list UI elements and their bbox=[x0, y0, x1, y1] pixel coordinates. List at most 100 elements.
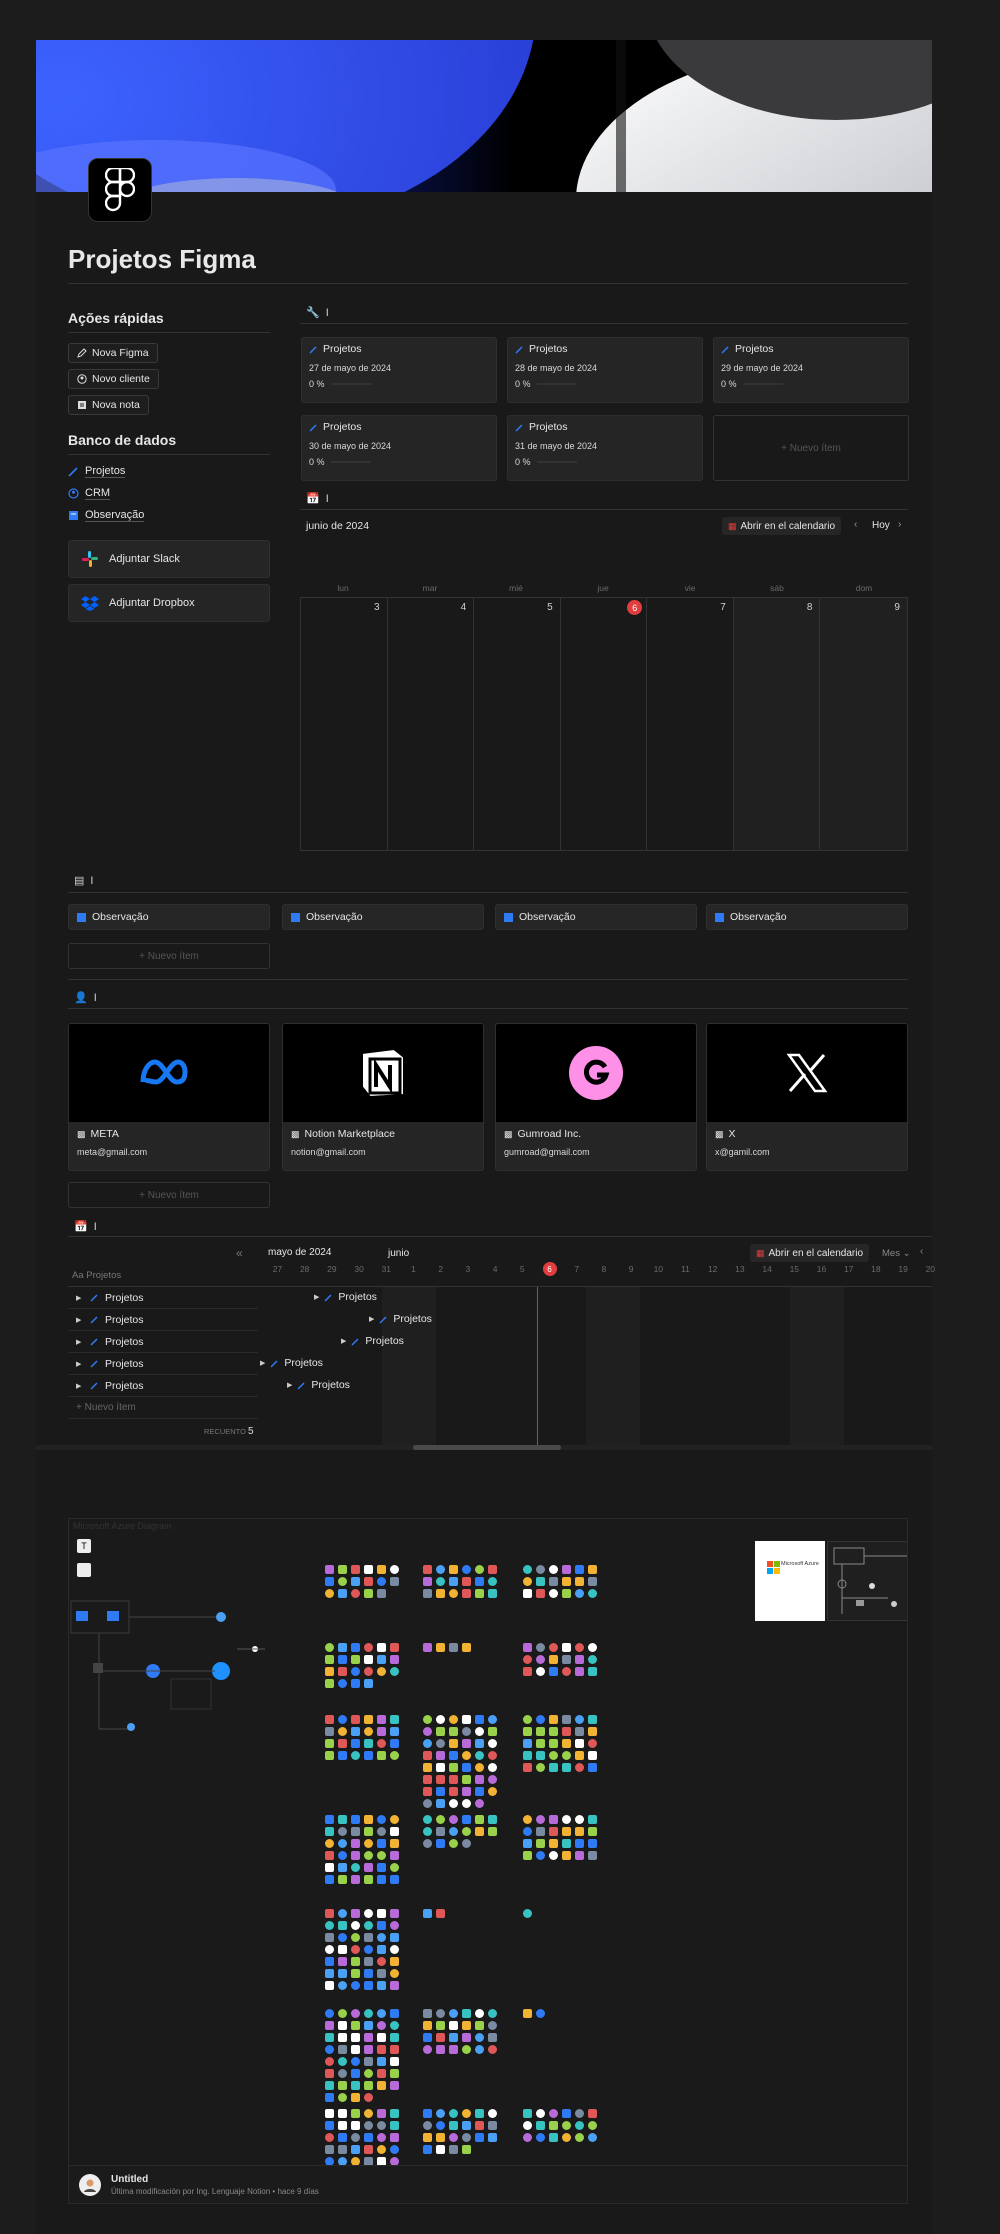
azure-service-icon[interactable] bbox=[475, 1589, 484, 1598]
expand-arrow-icon[interactable]: ▶ bbox=[76, 1294, 84, 1302]
azure-service-icon[interactable] bbox=[575, 1667, 584, 1676]
azure-service-icon[interactable] bbox=[390, 2145, 399, 2154]
azure-service-icon[interactable] bbox=[575, 1815, 584, 1824]
azure-service-icon[interactable] bbox=[325, 2081, 334, 2090]
azure-service-icon[interactable] bbox=[475, 1815, 484, 1824]
azure-service-icon[interactable] bbox=[588, 2133, 597, 2142]
calendar-day-cell[interactable]: 4 bbox=[388, 598, 475, 850]
azure-service-icon[interactable] bbox=[390, 1667, 399, 1676]
azure-service-icon[interactable] bbox=[475, 1799, 484, 1808]
azure-service-icon[interactable] bbox=[488, 1715, 497, 1724]
azure-service-icon[interactable] bbox=[449, 1565, 458, 1574]
azure-service-icon[interactable] bbox=[462, 1643, 471, 1652]
azure-service-icon[interactable] bbox=[390, 1727, 399, 1736]
azure-service-icon[interactable] bbox=[338, 2145, 347, 2154]
azure-service-icon[interactable] bbox=[423, 1815, 432, 1824]
azure-service-icon[interactable] bbox=[390, 1643, 399, 1652]
azure-service-icon[interactable] bbox=[423, 1751, 432, 1760]
client-card[interactable]: ▩ META meta@gmail.com bbox=[68, 1023, 270, 1171]
azure-service-icon[interactable] bbox=[462, 2133, 471, 2142]
azure-service-icon[interactable] bbox=[325, 1739, 334, 1748]
azure-service-icon[interactable] bbox=[449, 2009, 458, 2018]
azure-service-icon[interactable] bbox=[588, 1827, 597, 1836]
azure-service-icon[interactable] bbox=[351, 1957, 360, 1966]
azure-service-icon[interactable] bbox=[462, 1589, 471, 1598]
azure-service-icon[interactable] bbox=[488, 1565, 497, 1574]
expand-arrow-icon[interactable]: ▶ bbox=[76, 1338, 84, 1346]
azure-service-icon[interactable] bbox=[536, 1577, 545, 1586]
azure-service-icon[interactable] bbox=[449, 1815, 458, 1824]
azure-service-icon[interactable] bbox=[523, 2133, 532, 2142]
azure-service-icon[interactable] bbox=[562, 1839, 571, 1848]
azure-service-icon[interactable] bbox=[325, 1969, 334, 1978]
azure-service-icon[interactable] bbox=[364, 1679, 373, 1688]
dropbox-integration-button[interactable]: Adjuntar Dropbox bbox=[68, 584, 270, 622]
azure-service-icon[interactable] bbox=[325, 1851, 334, 1860]
azure-service-icon[interactable] bbox=[364, 1565, 373, 1574]
azure-service-icon[interactable] bbox=[377, 1969, 386, 1978]
azure-service-icon[interactable] bbox=[462, 1565, 471, 1574]
azure-service-icon[interactable] bbox=[325, 1981, 334, 1990]
azure-service-icon[interactable] bbox=[338, 1945, 347, 1954]
azure-service-icon[interactable] bbox=[575, 1589, 584, 1598]
azure-service-icon[interactable] bbox=[377, 1643, 386, 1652]
azure-service-icon[interactable] bbox=[390, 2081, 399, 2090]
azure-service-icon[interactable] bbox=[423, 1799, 432, 1808]
azure-service-icon[interactable] bbox=[338, 1921, 347, 1930]
azure-service-icon[interactable] bbox=[351, 1751, 360, 1760]
azure-service-icon[interactable] bbox=[449, 1827, 458, 1836]
timeline-bar[interactable]: ▶ Projetos bbox=[260, 1357, 323, 1369]
azure-service-icon[interactable] bbox=[364, 2057, 373, 2066]
azure-service-icon[interactable] bbox=[390, 2045, 399, 2054]
azure-service-icon[interactable] bbox=[390, 1969, 399, 1978]
azure-service-icon[interactable] bbox=[575, 1839, 584, 1848]
new-client-button[interactable]: + Nuevo ítem bbox=[68, 1182, 270, 1208]
azure-service-icon[interactable] bbox=[436, 1739, 445, 1748]
project-card[interactable]: Projetos 27 de mayo de 2024 0 % bbox=[301, 337, 497, 403]
azure-service-icon[interactable] bbox=[351, 1909, 360, 1918]
azure-service-icon[interactable] bbox=[436, 1815, 445, 1824]
azure-service-icon[interactable] bbox=[377, 1751, 386, 1760]
azure-service-icon[interactable] bbox=[338, 1815, 347, 1824]
azure-service-icon[interactable] bbox=[390, 1827, 399, 1836]
azure-service-icon[interactable] bbox=[390, 1945, 399, 1954]
azure-service-icon[interactable] bbox=[325, 1751, 334, 1760]
azure-service-icon[interactable] bbox=[488, 1739, 497, 1748]
azure-service-icon[interactable] bbox=[325, 1715, 334, 1724]
azure-service-icon[interactable] bbox=[475, 2021, 484, 2030]
project-card[interactable]: Projetos 28 de mayo de 2024 0 % bbox=[507, 337, 703, 403]
azure-service-icon[interactable] bbox=[325, 1863, 334, 1872]
azure-service-icon[interactable] bbox=[549, 1827, 558, 1836]
azure-service-icon[interactable] bbox=[338, 1863, 347, 1872]
timeline-row[interactable]: ▶ Projetos bbox=[68, 1331, 258, 1353]
azure-service-icon[interactable] bbox=[588, 1715, 597, 1724]
azure-service-icon[interactable] bbox=[390, 2021, 399, 2030]
azure-service-icon[interactable] bbox=[436, 1909, 445, 1918]
azure-service-icon[interactable] bbox=[462, 1827, 471, 1836]
azure-service-icon[interactable] bbox=[377, 1875, 386, 1884]
azure-service-icon[interactable] bbox=[462, 1839, 471, 1848]
azure-service-icon[interactable] bbox=[436, 1727, 445, 1736]
note-item[interactable]: Observação bbox=[282, 904, 484, 930]
azure-service-icon[interactable] bbox=[423, 1763, 432, 1772]
azure-service-icon[interactable] bbox=[377, 2069, 386, 2078]
azure-service-icon[interactable] bbox=[588, 2109, 597, 2118]
azure-service-icon[interactable] bbox=[390, 2009, 399, 2018]
azure-service-icon[interactable] bbox=[338, 1715, 347, 1724]
azure-service-icon[interactable] bbox=[436, 1589, 445, 1598]
azure-service-icon[interactable] bbox=[351, 2121, 360, 2130]
azure-service-icon[interactable] bbox=[364, 1715, 373, 1724]
azure-service-icon[interactable] bbox=[390, 1909, 399, 1918]
timeline-row[interactable]: ▶ Projetos bbox=[68, 1375, 258, 1397]
azure-service-icon[interactable] bbox=[588, 1815, 597, 1824]
azure-service-icon[interactable] bbox=[436, 1565, 445, 1574]
azure-service-icon[interactable] bbox=[377, 1933, 386, 1942]
azure-service-icon[interactable] bbox=[364, 1863, 373, 1872]
azure-service-icon[interactable] bbox=[549, 1751, 558, 1760]
azure-service-icon[interactable] bbox=[338, 2133, 347, 2142]
db-link-projetos[interactable]: Projetos bbox=[68, 465, 126, 478]
azure-service-icon[interactable] bbox=[390, 1751, 399, 1760]
azure-service-icon[interactable] bbox=[436, 2133, 445, 2142]
azure-service-icon[interactable] bbox=[423, 2145, 432, 2154]
azure-service-icon[interactable] bbox=[364, 1921, 373, 1930]
